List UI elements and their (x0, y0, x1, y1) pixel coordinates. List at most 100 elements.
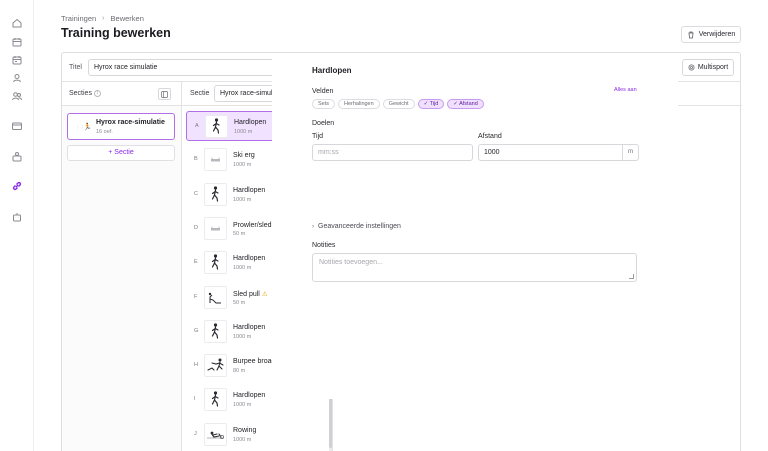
ski-erg-icon (204, 148, 227, 172)
field-chip[interactable]: ✓ Afstand (447, 99, 484, 109)
exercise-name-text: Hardlopen (234, 119, 267, 126)
exercise-letter: H (194, 362, 198, 369)
section-name: Hyrox race-simulatie (96, 119, 165, 126)
time-input[interactable]: mm:ss (312, 144, 473, 161)
team-icon[interactable] (11, 151, 23, 163)
calendar-icon[interactable] (11, 36, 23, 48)
sections-title: Secties (69, 90, 92, 97)
sidebar-toggle-icon (161, 91, 168, 98)
time-label: Tijd (312, 133, 324, 140)
workout-link-icon[interactable] (11, 180, 23, 192)
exercise-name: Ski erg (233, 152, 255, 159)
chevron-right-icon: › (312, 224, 314, 230)
resize-handle-icon[interactable] (629, 274, 634, 279)
exercise-letter: G (194, 327, 199, 334)
exercise-row[interactable]: J Rowing 1000 m (186, 420, 327, 450)
runner-icon (204, 182, 227, 206)
exercise-name-text: Hardlopen (233, 255, 266, 263)
exercise-letter: D (194, 224, 198, 231)
runner-icon (204, 251, 227, 275)
field-chip[interactable]: Herhalingen (338, 99, 380, 109)
section-item-hyrox[interactable]: ⋮⋮ 🏃 Hyrox race-simulatie 16 oef. (67, 113, 175, 140)
sled-pull-icon (204, 285, 227, 309)
icon-rail (0, 0, 34, 451)
page-title: Training bewerken (61, 26, 171, 40)
sections-panel: Secties i ⋮⋮ 🏃 Hyrox race-simulatie 16 o… (62, 82, 182, 451)
runner-icon (204, 319, 227, 343)
fields-label: Velden (312, 88, 334, 95)
exercise-name-text: Ski erg (233, 152, 255, 160)
distance-unit: m (622, 145, 638, 160)
info-icon[interactable]: i (94, 90, 101, 97)
title-label: Titel (69, 64, 82, 71)
breadcrumb-item-bewerken: Bewerken (110, 14, 144, 23)
notes-placeholder: Notities toevoegen... (319, 259, 383, 266)
advanced-settings-label: Geavanceerde instellingen (318, 223, 401, 230)
field-chip[interactable]: Sets (312, 99, 336, 109)
add-section-button[interactable]: + Sectie (67, 145, 175, 161)
field-chip[interactable]: Gewicht (382, 99, 415, 109)
exercise-distance: 1000 m (233, 265, 252, 272)
chevron-right-icon: › (102, 15, 105, 22)
sections-header: Secties i (62, 82, 181, 106)
exercise-name-text: Sled pull (233, 290, 260, 298)
exercise-name: Sled pull ⚠ (233, 290, 268, 298)
robot-icon[interactable] (11, 211, 23, 223)
field-chip[interactable]: ✓ Tijd (417, 99, 445, 109)
section-count: 16 oef. (96, 129, 113, 135)
exercise-name: Rowing (233, 427, 256, 434)
exercise-distance: 80 m (233, 368, 246, 375)
panel-toggle-button[interactable] (158, 88, 171, 100)
exercise-editor: Hardlopen Velden Alles aan Sets Herhaling… (272, 53, 678, 399)
distance-label: Afstand (478, 133, 502, 140)
section-label: Sectie (190, 90, 210, 97)
notes-label: Notities (312, 242, 336, 249)
schedule-icon[interactable] (11, 54, 23, 66)
distance-input[interactable]: 1000 m (478, 144, 639, 161)
multisport-label: Multisport (697, 64, 729, 71)
title-input[interactable]: Hyrox race simulatie (88, 59, 278, 76)
warning-icon: ⚠ (261, 290, 268, 298)
exercise-letter: C (194, 190, 198, 197)
breadcrumb-item-trainingen[interactable]: Trainingen (61, 14, 96, 23)
runner-icon (205, 115, 228, 138)
exercise-name-text: Hardlopen (233, 323, 266, 331)
exercise-name: Hardlopen (233, 255, 265, 262)
rowing-icon (204, 422, 227, 446)
user-icon[interactable] (11, 72, 23, 84)
exercise-name: Hardlopen (233, 187, 265, 194)
exercise-distance: 1000 m (233, 333, 252, 340)
exercise-name: Hardlopen (233, 324, 265, 331)
exercise-distance: 50 m (233, 299, 246, 306)
exercise-letter: F (194, 293, 198, 300)
trash-icon (688, 31, 694, 38)
runner-icon (204, 388, 227, 412)
runner-emoji-icon: 🏃 (83, 124, 92, 131)
card-icon[interactable] (11, 120, 23, 132)
delete-button[interactable]: Verwijderen (681, 26, 741, 43)
exercise-letter: I (194, 396, 196, 403)
burpee-icon (204, 354, 227, 378)
advanced-settings-toggle[interactable]: › Geavanceerde instellingen (312, 223, 401, 230)
exercise-distance: 50 m (233, 230, 246, 237)
multisport-icon (688, 64, 695, 71)
users-icon[interactable] (11, 90, 23, 102)
sled-icon (204, 216, 227, 240)
exercise-letter: B (194, 156, 198, 163)
home-icon[interactable] (11, 17, 23, 29)
exercise-letter: J (194, 430, 197, 437)
notes-textarea[interactable]: Notities toevoegen... (312, 253, 637, 282)
exercise-name-text: Rowing (233, 426, 257, 434)
breadcrumb: Trainingen › Bewerken (61, 14, 144, 23)
exercise-letter: A (195, 123, 199, 129)
distance-value: 1000 (484, 149, 500, 156)
exercise-distance: 1000 m (233, 162, 252, 169)
exercise-distance: 1000 m (233, 436, 252, 443)
exercise-name: Hardlopen (234, 119, 266, 126)
exercise-name: Hardlopen (233, 392, 265, 399)
exercise-letter: E (194, 259, 198, 266)
exercise-distance: 1000 m (234, 129, 253, 135)
all-on-link[interactable]: Alles aan (614, 87, 637, 93)
multisport-button[interactable]: Multisport (682, 59, 734, 76)
exercise-distance: 1000 m (233, 196, 252, 203)
